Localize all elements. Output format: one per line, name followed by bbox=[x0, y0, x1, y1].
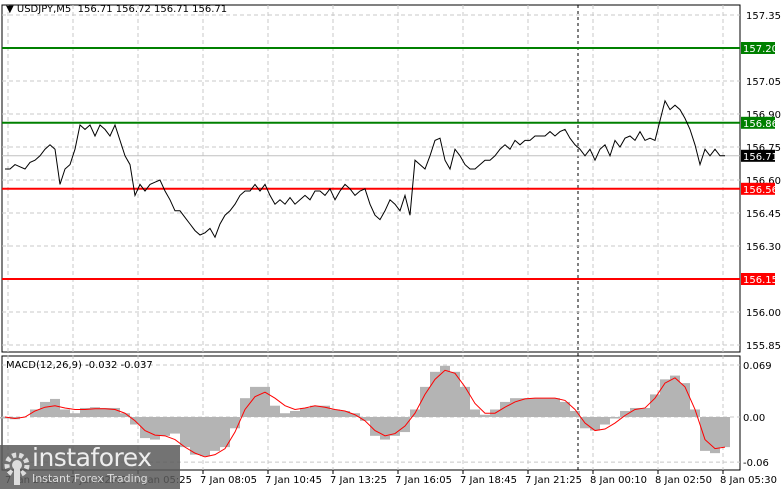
macd-histogram-bar bbox=[600, 417, 610, 425]
level-label: 157.20 bbox=[743, 44, 778, 55]
macd-histogram-bar bbox=[150, 417, 160, 440]
chart-title: ▼ USDJPY,M5 156.71 156.72 156.71 156.71 bbox=[6, 4, 228, 15]
macd-histogram-bar bbox=[370, 417, 380, 436]
macd-histogram-bar bbox=[550, 398, 560, 417]
symbol-label: USDJPY,M5 bbox=[16, 4, 72, 15]
level-label: 156.56 bbox=[743, 185, 778, 196]
time-label: 7 Jan 21:25 bbox=[525, 475, 582, 486]
ohlc-readout: 156.71 156.72 156.71 156.71 bbox=[77, 4, 228, 15]
macd-histogram-bar bbox=[640, 407, 650, 417]
time-label: 7 Jan 10:45 bbox=[265, 475, 322, 486]
macd-histogram-bar bbox=[280, 413, 290, 417]
macd-label: MACD(12,26,9) -0.032 -0.037 bbox=[6, 360, 153, 371]
macd-histogram-bar bbox=[520, 398, 530, 417]
time-label: 7 Jan 13:25 bbox=[330, 475, 387, 486]
macd-histogram-bar bbox=[70, 413, 80, 417]
price-line bbox=[5, 99, 725, 239]
macd-histogram-bar bbox=[310, 405, 320, 417]
macd-histogram-bar bbox=[400, 417, 410, 433]
macd-histogram-bar bbox=[270, 405, 280, 417]
time-label: 7 Jan 08:05 bbox=[200, 475, 257, 486]
time-label: 8 Jan 02:50 bbox=[655, 475, 712, 486]
macd-histogram-bar bbox=[720, 417, 730, 448]
macd-histogram-bar bbox=[610, 417, 620, 419]
macd-histogram-bar bbox=[240, 398, 250, 417]
macd-histogram-bar bbox=[480, 414, 490, 417]
macd-histogram-bar bbox=[260, 386, 270, 417]
chart-canvas[interactable]: 7 Jan 20267 Jan 02:457 Jan 05:257 Jan 08… bbox=[0, 0, 781, 489]
macd-histogram-bar bbox=[170, 417, 180, 434]
watermark-brand: instaforex bbox=[32, 443, 152, 472]
chart-window[interactable]: 7 Jan 20267 Jan 02:457 Jan 05:257 Jan 08… bbox=[0, 0, 781, 489]
macd-histogram-bar bbox=[530, 398, 540, 417]
price-label: 156.45 bbox=[746, 209, 781, 220]
price-label: 157.35 bbox=[746, 11, 781, 22]
macd-axis-label: 0.069 bbox=[743, 361, 772, 372]
macd-histogram-bar bbox=[300, 407, 310, 417]
instaforex-watermark: instaforex Instant Forex Trading bbox=[0, 443, 180, 489]
macd-histogram-bar bbox=[230, 417, 240, 429]
current-price-label: 156.71 bbox=[743, 152, 778, 163]
time-label: 7 Jan 16:05 bbox=[395, 475, 452, 486]
macd-histogram-bar bbox=[460, 386, 470, 417]
macd-histogram-bar bbox=[50, 398, 60, 417]
gear-logo-icon bbox=[4, 452, 30, 485]
macd-histogram-bar bbox=[190, 417, 200, 455]
watermark-tagline: Instant Forex Trading bbox=[32, 472, 148, 485]
macd-histogram-bar bbox=[680, 383, 690, 417]
price-label: 156.30 bbox=[746, 242, 781, 253]
macd-histogram-bar bbox=[210, 417, 220, 451]
time-label: 8 Jan 00:10 bbox=[590, 475, 647, 486]
price-label: 155.85 bbox=[746, 341, 781, 352]
macd-histogram-bar bbox=[290, 410, 300, 417]
macd-histogram-bar bbox=[200, 417, 210, 457]
macd-histogram-bar bbox=[430, 371, 440, 417]
price-label: 156.00 bbox=[746, 308, 781, 319]
level-label: 156.86 bbox=[743, 119, 778, 130]
macd-histogram-bar bbox=[40, 401, 50, 417]
macd-axis-label: -0.06 bbox=[743, 458, 769, 469]
level-label: 156.15 bbox=[743, 275, 778, 286]
price-label: 157.05 bbox=[746, 77, 781, 88]
macd-histogram-bar bbox=[700, 417, 710, 451]
macd-histogram-bar bbox=[670, 375, 680, 417]
macd-histogram-bar bbox=[60, 409, 70, 417]
time-label: 8 Jan 05:30 bbox=[720, 475, 777, 486]
macd-histogram-bar bbox=[160, 417, 170, 436]
macd-histogram-bar bbox=[660, 379, 670, 417]
macd-histogram-bar bbox=[470, 409, 480, 417]
macd-histogram-bar bbox=[540, 398, 550, 417]
price-pane bbox=[1, 4, 741, 353]
macd-axis-label: 0.00 bbox=[743, 413, 765, 424]
macd-histogram-bar bbox=[180, 417, 190, 448]
macd-histogram-bar bbox=[330, 409, 340, 417]
time-label: 7 Jan 18:45 bbox=[460, 475, 517, 486]
